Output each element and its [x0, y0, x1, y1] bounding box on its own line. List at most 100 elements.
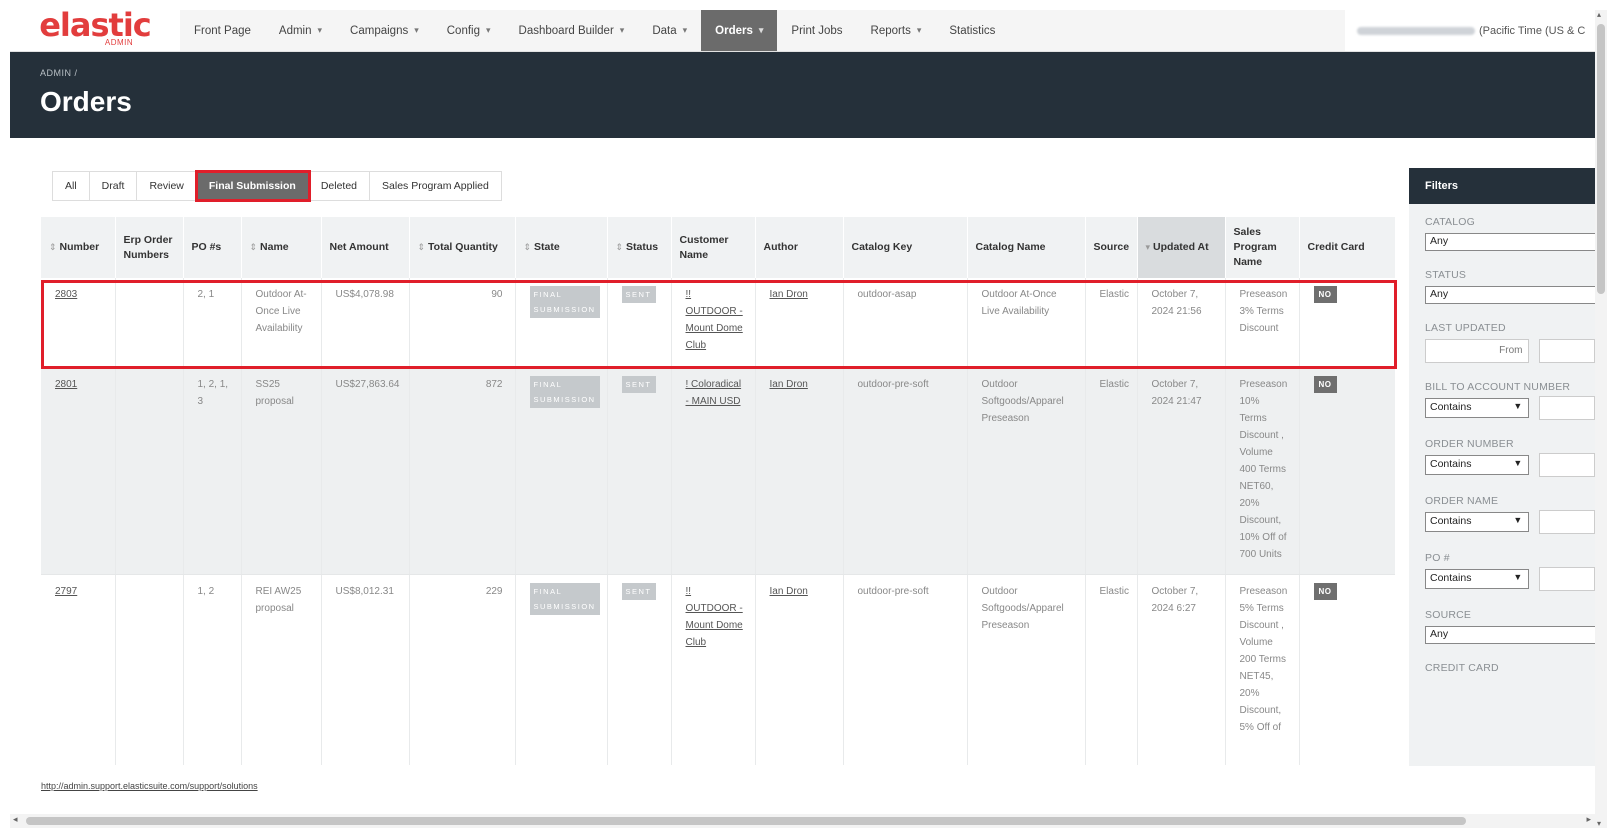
nav-front-page[interactable]: Front Page [180, 10, 265, 51]
cell-catalog-name: Outdoor At-Once Live Availability [967, 278, 1086, 368]
scroll-left-icon[interactable]: ◂ [13, 814, 18, 825]
cell-po: 2, 1 [183, 278, 242, 368]
chevron-down-icon: ▼ [1513, 572, 1523, 582]
col-source: Source [1085, 217, 1138, 278]
breadcrumb[interactable]: ADMIN / [40, 68, 78, 78]
horizontal-scroll-thumb[interactable] [26, 817, 1466, 825]
support-link[interactable]: http://admin.support.elasticsuite.com/su… [41, 781, 258, 791]
col-state[interactable]: ⇕ State [515, 217, 608, 278]
nav-reports[interactable]: Reports ▾ [857, 10, 936, 51]
customer-link[interactable]: !! OUTDOOR - Mount Dome Club [686, 289, 743, 351]
customer-link[interactable]: ! Coloradical - MAIN USD [686, 379, 742, 407]
scroll-right-icon[interactable]: ▸ [1586, 814, 1591, 825]
filter-catalog-select[interactable]: Any [1425, 233, 1595, 251]
author-link[interactable]: Ian Dron [770, 586, 808, 597]
nav-label: Campaigns [350, 24, 409, 37]
cell-status: SENT [607, 367, 672, 575]
user-menu[interactable]: (Pacific Time (US & C [1345, 10, 1595, 51]
cell-erp [115, 367, 184, 575]
tab-all[interactable]: All [53, 172, 90, 200]
filter-order-number-input[interactable] [1539, 453, 1595, 477]
nav-statistics[interactable]: Statistics [935, 10, 1009, 51]
cell-sales-program: Preseason 5% Terms Discount , Volume 200… [1225, 574, 1300, 765]
cell-source: Elastic [1085, 574, 1138, 765]
customer-link[interactable]: !! OUTDOOR - Mount Dome Club [686, 586, 743, 648]
tab-sales-program-applied[interactable]: Sales Program Applied [370, 172, 501, 200]
nav-campaigns[interactable]: Campaigns ▾ [336, 10, 433, 51]
cell-state: FINAL SUBMISSION [515, 367, 608, 575]
footer: http://admin.support.elasticsuite.com/su… [10, 766, 1595, 814]
chevron-down-icon: ▾ [916, 25, 922, 35]
cell-total-quantity: 90 [409, 278, 516, 368]
author-link[interactable]: Ian Dron [770, 289, 808, 300]
filter-po-input[interactable] [1539, 567, 1595, 591]
col-catalog-key: Catalog Key [843, 217, 968, 278]
logo-text: elastic [39, 6, 152, 44]
col-total-quantity[interactable]: ⇕ Total Quantity [409, 217, 516, 278]
cell-author: Ian Dron [755, 278, 844, 368]
cell-net-amount: US$27,863.64 [321, 367, 410, 575]
author-link[interactable]: Ian Dron [770, 379, 808, 390]
chevron-down-icon: ▼ [1513, 515, 1523, 525]
tab-draft[interactable]: Draft [90, 172, 138, 200]
horizontal-scrollbar[interactable]: ◂ ▸ [10, 814, 1595, 828]
tab-review[interactable]: Review [137, 172, 197, 200]
credit-card-badge: NO [1313, 375, 1337, 393]
col-number[interactable]: ⇕ Number [41, 217, 116, 278]
nav-data[interactable]: Data ▾ [638, 10, 701, 51]
scroll-down-icon[interactable]: ▾ [1597, 819, 1601, 828]
filter-order-number-label: ORDER NUMBER [1425, 438, 1514, 450]
order-state-tabs: All Draft Review Final Submission Delete… [52, 170, 502, 202]
nav-label: Orders [715, 24, 753, 37]
scroll-up-icon[interactable]: ▴ [1597, 10, 1601, 19]
table-row: 2797 1, 2 REI AW25 proposal US$8,012.31 … [41, 574, 1395, 765]
col-status[interactable]: ⇕ Status [607, 217, 672, 278]
nav-config[interactable]: Config ▾ [433, 10, 505, 51]
nav-dashboard-builder[interactable]: Dashboard Builder ▾ [505, 10, 639, 51]
filter-po-operator[interactable]: Contains ▼ [1425, 569, 1530, 589]
cell-source: Elastic [1085, 278, 1138, 368]
state-badge: FINAL SUBMISSION [529, 582, 600, 615]
filter-last-updated-from[interactable]: From [1425, 339, 1530, 363]
cell-customer: !! OUTDOOR - Mount Dome Club [671, 278, 756, 368]
logo[interactable]: elastic ADMIN [10, 6, 180, 51]
cell-po: 1, 2, 1, 3 [183, 367, 242, 575]
chevron-down-icon: ▾ [414, 25, 419, 35]
vertical-scroll-thumb[interactable] [1597, 24, 1605, 294]
nav-orders[interactable]: Orders ▾ [701, 10, 778, 51]
cell-updated-at: October 7, 2024 21:47 [1137, 367, 1226, 575]
cell-customer: !! OUTDOOR - Mount Dome Club [671, 574, 756, 765]
col-name[interactable]: ⇕ Name [241, 217, 322, 278]
col-updated-at[interactable]: ▾ Updated At [1137, 217, 1226, 278]
sort-icon: ⇕ [49, 242, 57, 252]
cell-status: SENT [607, 278, 672, 368]
nav-print-jobs[interactable]: Print Jobs [777, 10, 856, 51]
orders-table-container: ⇕ Number Erp Order Numbers PO #s ⇕ Name Ne… [41, 217, 1395, 765]
filter-bill-to-operator[interactable]: Contains ▼ [1425, 398, 1530, 418]
filter-order-number-operator[interactable]: Contains ▼ [1425, 455, 1530, 475]
order-link[interactable]: 2803 [55, 289, 77, 300]
sort-icon: ⇕ [417, 242, 426, 252]
filter-status-select[interactable]: Any [1425, 286, 1595, 304]
nav-label: Front Page [194, 24, 251, 37]
filter-last-updated-to[interactable] [1539, 339, 1595, 363]
cell-name: SS25 proposal [241, 367, 322, 575]
chevron-down-icon: ▼ [1513, 401, 1523, 411]
tab-final-submission[interactable]: Final Submission [194, 170, 311, 202]
filter-source-select[interactable]: Any [1425, 626, 1595, 644]
vertical-scrollbar[interactable]: ▴ ▾ [1595, 10, 1607, 828]
col-erp-order-numbers: Erp Order Numbers [115, 217, 184, 278]
order-link[interactable]: 2797 [55, 586, 77, 597]
table-row: 2803 2, 1 Outdoor At-Once Live Availabil… [41, 278, 1395, 368]
table-header-row: ⇕ Number Erp Order Numbers PO #s ⇕ Name Ne… [41, 217, 1395, 278]
col-sales-program-name: Sales Program Name [1225, 217, 1300, 278]
tab-deleted[interactable]: Deleted [309, 172, 371, 200]
filter-order-name-input[interactable] [1539, 510, 1595, 534]
nav-admin[interactable]: Admin ▾ [265, 10, 336, 51]
order-link[interactable]: 2801 [55, 379, 77, 390]
cell-catalog-name: Outdoor Softgoods/Apparel Preseason [967, 574, 1086, 765]
filter-order-name-operator[interactable]: Contains ▼ [1425, 512, 1530, 532]
nav-label: Dashboard Builder [518, 24, 614, 37]
col-net-amount: Net Amount [321, 217, 410, 278]
filter-bill-to-input[interactable] [1539, 396, 1595, 420]
